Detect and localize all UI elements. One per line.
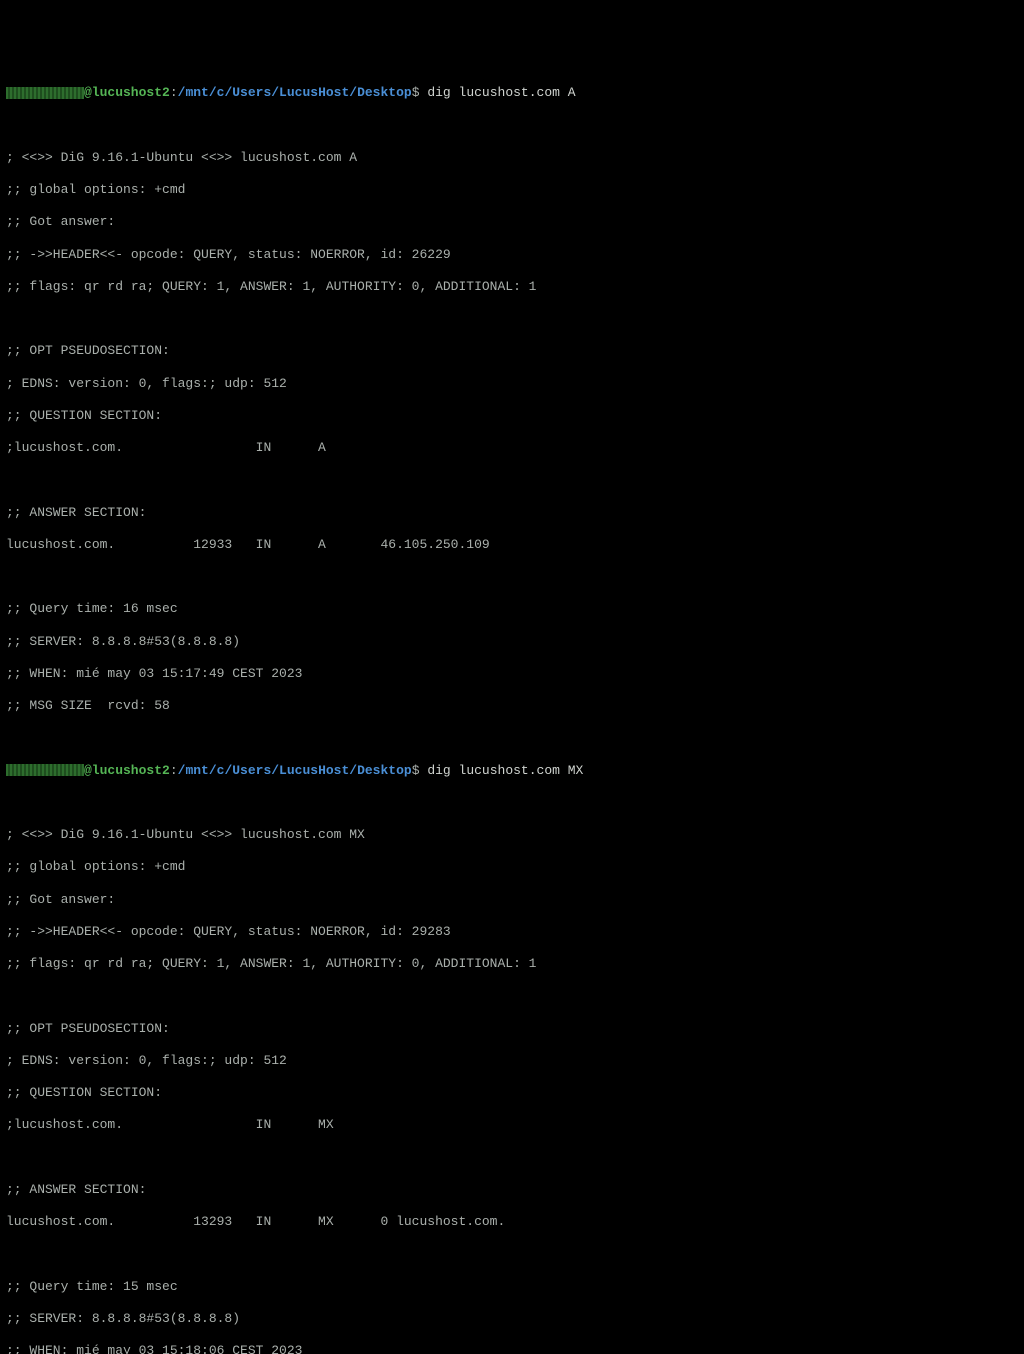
out-line: ;; QUESTION SECTION: <box>6 1085 1018 1101</box>
out-line: ;; MSG SIZE rcvd: 58 <box>6 698 1018 714</box>
out-line: ;; ANSWER SECTION: <box>6 1182 1018 1198</box>
out-line: ; <<>> DiG 9.16.1-Ubuntu <<>> lucushost.… <box>6 827 1018 843</box>
out-line: ;; flags: qr rd ra; QUERY: 1, ANSWER: 1,… <box>6 956 1018 972</box>
out-line: ;; SERVER: 8.8.8.8#53(8.8.8.8) <box>6 1311 1018 1327</box>
prompt-path: /mnt/c/Users/LucusHost/Desktop <box>178 85 412 100</box>
redacted-user-icon <box>6 764 84 776</box>
out-line: ;; OPT PSEUDOSECTION: <box>6 1021 1018 1037</box>
out-line: ;; WHEN: mié may 03 15:18:06 CEST 2023 <box>6 1343 1018 1354</box>
command-2: dig lucushost.com MX <box>427 763 583 778</box>
out-line: ;; ANSWER SECTION: <box>6 505 1018 521</box>
redacted-user-icon <box>6 87 84 99</box>
out-line: ; EDNS: version: 0, flags:; udp: 512 <box>6 376 1018 392</box>
out-line: ;; Query time: 16 msec <box>6 601 1018 617</box>
out-line: ;; Got answer: <box>6 214 1018 230</box>
prompt-path: /mnt/c/Users/LucusHost/Desktop <box>178 763 412 778</box>
out-line: ;; global options: +cmd <box>6 182 1018 198</box>
out-line: ; <<>> DiG 9.16.1-Ubuntu <<>> lucushost.… <box>6 150 1018 166</box>
out-line: ;; global options: +cmd <box>6 859 1018 875</box>
out-line: ;; ->>HEADER<<- opcode: QUERY, status: N… <box>6 924 1018 940</box>
out-line: ;; ->>HEADER<<- opcode: QUERY, status: N… <box>6 247 1018 263</box>
out-line: ;; Got answer: <box>6 892 1018 908</box>
out-line: ;lucushost.com. IN MX <box>6 1117 1018 1133</box>
out-line: lucushost.com. 12933 IN A 46.105.250.109 <box>6 537 1018 553</box>
terminal-output[interactable]: @lucushost2:/mnt/c/Users/LucusHost/Deskt… <box>6 69 1018 1354</box>
prompt-line-2: @lucushost2:/mnt/c/Users/LucusHost/Deskt… <box>6 763 1018 779</box>
out-line: ;; WHEN: mié may 03 15:17:49 CEST 2023 <box>6 666 1018 682</box>
out-line: lucushost.com. 13293 IN MX 0 lucushost.c… <box>6 1214 1018 1230</box>
out-line: ;; OPT PSEUDOSECTION: <box>6 343 1018 359</box>
out-line: ;; SERVER: 8.8.8.8#53(8.8.8.8) <box>6 634 1018 650</box>
prompt-host: @lucushost2 <box>84 763 170 778</box>
out-line: ;; QUESTION SECTION: <box>6 408 1018 424</box>
prompt-line-1: @lucushost2:/mnt/c/Users/LucusHost/Deskt… <box>6 85 1018 101</box>
out-line: ;lucushost.com. IN A <box>6 440 1018 456</box>
out-line: ;; flags: qr rd ra; QUERY: 1, ANSWER: 1,… <box>6 279 1018 295</box>
command-1: dig lucushost.com A <box>427 85 575 100</box>
out-line: ; EDNS: version: 0, flags:; udp: 512 <box>6 1053 1018 1069</box>
prompt-host: @lucushost2 <box>84 85 170 100</box>
out-line: ;; Query time: 15 msec <box>6 1279 1018 1295</box>
